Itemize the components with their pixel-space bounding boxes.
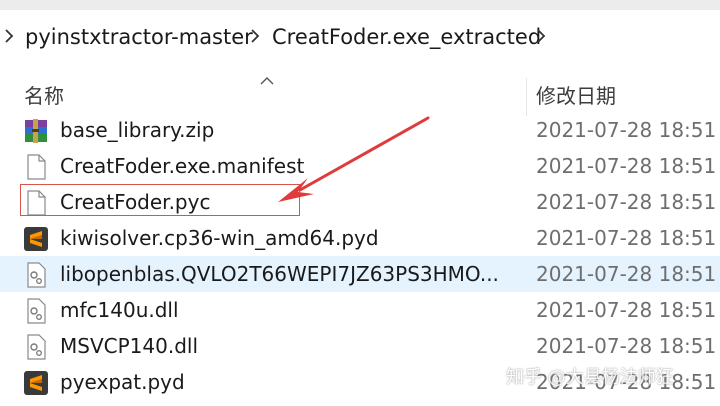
file-name[interactable]: base_library.zip xyxy=(60,114,214,146)
chevron-right-icon[interactable] xyxy=(4,25,14,47)
file-row[interactable]: mfc140u.dll 2021-07-28 18:51 xyxy=(0,292,720,328)
sublime-text-file-icon xyxy=(24,226,48,252)
file-name[interactable]: pyexpat.pyd xyxy=(60,366,185,398)
column-header-date-modified[interactable]: 修改日期 xyxy=(536,82,616,110)
column-divider[interactable] xyxy=(526,78,527,116)
file-date-modified: 2021-07-28 18:51 xyxy=(536,190,717,214)
dll-gear-file-icon xyxy=(24,334,48,360)
file-row-hovered[interactable]: libopenblas.QVLO2T66WEPI7JZ63PS3HMO... 2… xyxy=(0,256,720,292)
file-date-modified: 2021-07-28 18:51 xyxy=(536,154,717,178)
file-date-modified: 2021-07-28 18:51 xyxy=(536,298,717,322)
file-name[interactable]: kiwisolver.cp36-win_amd64.pyd xyxy=(60,222,379,254)
column-header-name[interactable]: 名称 xyxy=(24,82,64,110)
annotation-arrow-icon xyxy=(270,110,440,210)
file-name[interactable]: CreatFoder.exe.manifest xyxy=(60,150,304,182)
toolbar-edge xyxy=(0,0,720,10)
file-date-modified: 2021-07-28 18:51 xyxy=(536,334,717,358)
sublime-text-file-icon xyxy=(24,370,48,396)
file-name[interactable]: libopenblas.QVLO2T66WEPI7JZ63PS3HMO... xyxy=(60,258,499,290)
chevron-right-icon[interactable] xyxy=(536,25,546,47)
winrar-archive-icon xyxy=(24,118,48,144)
file-date-modified: 2021-07-28 18:51 xyxy=(536,226,717,250)
blank-file-icon xyxy=(24,154,48,180)
dll-gear-file-icon xyxy=(24,298,48,324)
breadcrumb-item-current-folder[interactable]: CreatFoder.exe_extracted xyxy=(272,22,541,52)
file-date-modified: 2021-07-28 18:51 xyxy=(536,118,717,142)
file-row[interactable]: kiwisolver.cp36-win_amd64.pyd 2021-07-28… xyxy=(0,220,720,256)
chevron-right-icon[interactable] xyxy=(250,25,260,47)
address-breadcrumb-bar[interactable]: pyinstxtractor-master CreatFoder.exe_ext… xyxy=(0,0,720,74)
dll-gear-file-icon xyxy=(24,262,48,288)
file-row[interactable]: MSVCP140.dll 2021-07-28 18:51 xyxy=(0,328,720,364)
file-name[interactable]: MSVCP140.dll xyxy=(60,330,198,362)
breadcrumb-item-pyinstxtractor-master[interactable]: pyinstxtractor-master xyxy=(25,22,253,52)
file-date-modified: 2021-07-28 18:51 xyxy=(536,262,717,286)
file-name[interactable]: mfc140u.dll xyxy=(60,294,179,326)
annotation-highlight-box xyxy=(20,184,300,216)
watermark-text: 知乎 @大县杨法师狂 xyxy=(506,367,674,388)
